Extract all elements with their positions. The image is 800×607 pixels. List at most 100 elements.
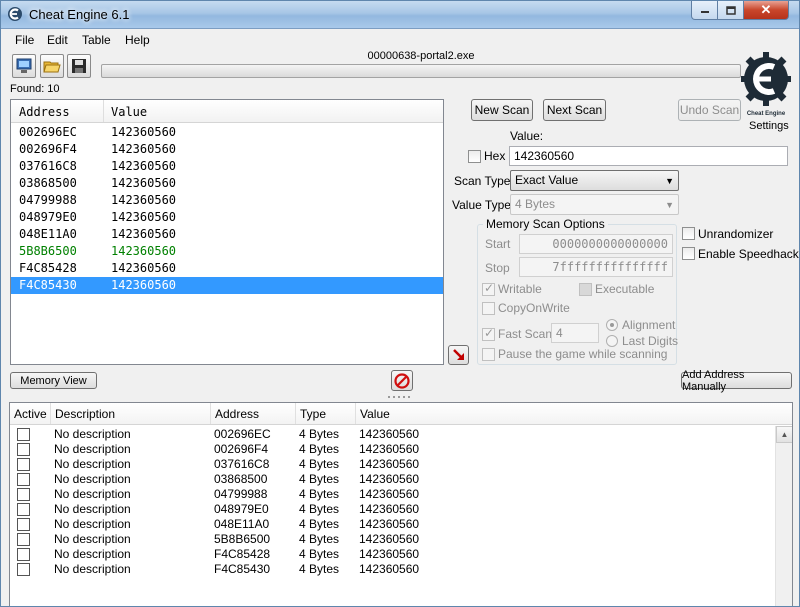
results-header-address[interactable]: Address [19,105,70,119]
address-row[interactable]: No description F4C85428 4 Bytes 142360560 [10,547,792,562]
result-row[interactable]: 03868500 142360560 [11,175,443,192]
active-checkbox[interactable] [17,518,30,531]
alignment-radio[interactable] [606,319,618,331]
result-row-selected[interactable]: F4C85430 142360560 [11,277,443,294]
address-row[interactable]: No description 002696EC 4 Bytes 142360560 [10,427,792,442]
last-digits-radio[interactable] [606,335,618,347]
process-name: 00000638-portal2.exe [367,50,475,62]
maximize-icon [725,5,736,15]
results-header-value[interactable]: Value [111,105,147,119]
stop-label: Stop [485,261,510,275]
address-row[interactable]: No description 03868500 4 Bytes 142360560 [10,472,792,487]
panel-splitter[interactable] [1,394,799,400]
vertical-scrollbar[interactable]: ▲ [775,426,792,606]
scroll-up-arrow-icon[interactable]: ▲ [776,426,792,443]
address-row[interactable]: No description 048979E0 4 Bytes 142360560 [10,502,792,517]
floppy-disk-icon [72,59,86,73]
header-value[interactable]: Value [360,407,390,421]
header-active[interactable]: Active [14,407,47,421]
menu-table[interactable]: Table [82,33,111,47]
executable-label: Executable [595,282,655,296]
maximize-button[interactable] [717,1,744,20]
active-checkbox[interactable] [17,563,30,576]
active-checkbox[interactable] [17,548,30,561]
unrandomizer-checkbox[interactable] [682,227,695,240]
window-title: Cheat Engine 6.1 [29,7,130,22]
result-row[interactable]: 002696EC 142360560 [11,124,443,141]
active-checkbox[interactable] [17,428,30,441]
scan-type-select[interactable]: Exact Value ▼ [510,170,679,191]
red-arrow-icon [452,349,464,360]
undo-scan-button[interactable]: Undo Scan [678,99,741,121]
new-scan-button[interactable]: New Scan [471,99,533,121]
menu-help[interactable]: Help [125,33,150,47]
pause-game-label: Pause the game while scanning [498,347,668,361]
cheat-engine-logo-icon[interactable]: Cheat Engine [741,49,791,119]
menu-bar: File Edit Table Help [1,30,799,50]
address-row[interactable]: No description 037616C8 4 Bytes 142360560 [10,457,792,472]
address-row[interactable]: No description 002696F4 4 Bytes 142360560 [10,442,792,457]
result-row[interactable]: 037616C8 142360560 [11,158,443,175]
address-row[interactable]: No description 5B8B6500 4 Bytes 142360560 [10,532,792,547]
address-row[interactable]: No description 04799988 4 Bytes 142360560 [10,487,792,502]
header-description[interactable]: Description [55,407,115,421]
value-type-select[interactable]: 4 Bytes ▼ [510,194,679,215]
minimize-button[interactable] [691,1,718,20]
last-digits-label: Last Digits [622,334,679,348]
hex-checkbox[interactable] [468,150,481,163]
add-to-list-button[interactable] [448,345,469,365]
alignment-label: Alignment [622,318,676,332]
memory-view-button[interactable]: Memory View [10,372,97,389]
header-address[interactable]: Address [215,407,259,421]
result-row[interactable]: 04799988 142360560 [11,192,443,209]
executable-checkbox[interactable] [579,283,592,296]
start-address-input[interactable]: 0000000000000000 [519,234,673,254]
scan-results-list[interactable]: Address Value 002696EC 142360560 002696F4… [10,99,444,365]
result-row[interactable]: 002696F4 142360560 [11,141,443,158]
pause-game-checkbox[interactable] [482,348,495,361]
address-list[interactable]: Active Description Address Type Value No… [9,402,793,606]
add-address-manually-button[interactable]: Add Address Manually [681,369,792,393]
active-checkbox[interactable] [17,533,30,546]
open-file-button[interactable] [40,54,64,78]
memory-scan-options-title: Memory Scan Options [483,217,608,231]
active-checkbox[interactable] [17,473,30,486]
open-process-button[interactable] [12,54,36,78]
close-button[interactable]: ✕ [743,1,789,20]
result-row[interactable]: F4C85428 142360560 [11,260,443,277]
save-button[interactable] [67,54,91,78]
start-label: Start [485,237,511,251]
menu-edit[interactable]: Edit [47,33,68,47]
settings-link[interactable]: Settings [749,120,789,132]
menu-file[interactable]: File [15,33,34,47]
clear-list-button[interactable] [391,370,413,391]
minimize-icon [700,11,709,13]
header-type[interactable]: Type [300,407,326,421]
active-checkbox[interactable] [17,503,30,516]
cheat-engine-icon [8,7,22,21]
result-row[interactable]: 048E11A0 142360560 [11,226,443,243]
address-row[interactable]: No description F4C85430 4 Bytes 142360560 [10,562,792,577]
active-checkbox[interactable] [17,488,30,501]
copy-on-write-checkbox[interactable] [482,302,495,315]
fast-scan-checkbox[interactable] [482,326,495,341]
scan-type-label: Scan Type [454,174,511,188]
active-checkbox[interactable] [17,443,30,456]
title-bar[interactable]: Cheat Engine 6.1 ✕ [1,1,799,29]
results-header: Address Value [11,100,443,123]
no-sign-icon [394,372,410,389]
address-list-header: Active Description Address Type Value [10,403,792,425]
result-row-static[interactable]: 5B8B6500 142360560 [11,243,443,260]
fast-scan-input[interactable]: 4 [551,323,599,343]
value-label: Value: [510,129,544,143]
scan-value-input[interactable]: 142360560 [509,146,788,166]
value-type-value: 4 Bytes [515,197,556,211]
writable-checkbox[interactable] [482,281,495,296]
next-scan-button[interactable]: Next Scan [543,99,606,121]
stop-address-input[interactable]: 7fffffffffffffff [519,257,673,277]
speedhack-checkbox[interactable] [682,247,695,260]
result-row[interactable]: 048979E0 142360560 [11,209,443,226]
active-checkbox[interactable] [17,458,30,471]
writable-label: Writable [498,282,542,296]
address-row[interactable]: No description 048E11A0 4 Bytes 142360560 [10,517,792,532]
